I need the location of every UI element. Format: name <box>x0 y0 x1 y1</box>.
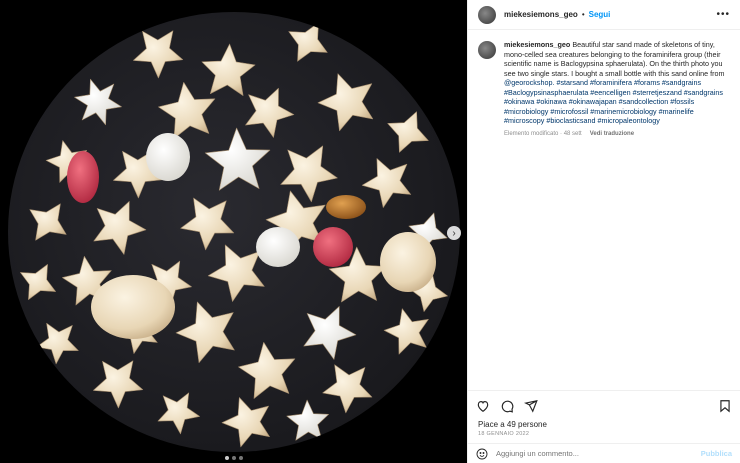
post-header: miekesiemons_geo • Segui ••• <box>468 0 740 30</box>
caption-username[interactable]: miekesiemons_geo <box>504 40 570 49</box>
sand-grain <box>146 133 190 181</box>
carousel-dot <box>224 456 229 460</box>
send-icon[interactable] <box>524 399 538 413</box>
comment-input[interactable] <box>496 449 693 458</box>
caption-mention[interactable]: @georockshop <box>504 78 552 87</box>
sand-grain <box>204 127 271 191</box>
sand-grain <box>67 151 99 203</box>
action-bar <box>468 390 740 420</box>
sand-grain <box>157 392 200 435</box>
sand-grain <box>133 30 184 79</box>
sand-grain <box>317 73 374 132</box>
sand-grain <box>93 360 144 409</box>
caption: miekesiemons_geo Beautiful star sand mad… <box>478 40 730 137</box>
caption-meta: Elemento modificato · 48 sett Vedi tradu… <box>504 131 730 137</box>
microscope-image <box>8 12 460 452</box>
caption-text: miekesiemons_geo Beautiful star sand mad… <box>504 40 730 126</box>
sand-grain <box>74 78 122 126</box>
follow-button[interactable]: Segui <box>589 10 611 19</box>
sand-grain <box>326 195 366 219</box>
sand-grain <box>361 158 412 208</box>
sand-grain <box>313 227 353 267</box>
sand-grain <box>93 201 147 255</box>
carousel-dot <box>238 456 243 460</box>
sand-grain <box>36 322 79 365</box>
edited-label: Elemento modificato · 48 sett <box>504 130 582 137</box>
comments-area: miekesiemons_geo Beautiful star sand mad… <box>468 30 740 390</box>
carousel-indicator <box>224 456 243 460</box>
sand-grain <box>383 308 429 355</box>
publish-button[interactable]: Pubblica <box>701 449 732 458</box>
carousel-dot <box>231 456 236 460</box>
sand-grain <box>387 111 429 153</box>
sand-grain <box>180 197 235 251</box>
star-sand-photo <box>20 22 448 448</box>
sand-grain <box>256 227 300 267</box>
sand-grain <box>238 342 296 399</box>
sand-grain <box>322 364 373 414</box>
sand-grain <box>29 203 67 241</box>
comment-icon[interactable] <box>500 399 514 413</box>
sand-grain <box>380 232 436 292</box>
next-photo-button[interactable]: › <box>447 226 461 240</box>
sand-grain <box>201 43 256 96</box>
sand-grain <box>245 87 295 138</box>
header-username[interactable]: miekesiemons_geo <box>504 10 578 19</box>
chevron-right-icon: › <box>452 227 456 239</box>
sand-grain <box>207 244 265 302</box>
sand-grain <box>221 397 270 448</box>
bookmark-icon[interactable] <box>718 399 732 413</box>
translate-button[interactable]: Vedi traduzione <box>590 131 634 137</box>
sand-grain <box>91 275 175 339</box>
separator-dot: • <box>581 10 585 19</box>
sand-grain <box>158 82 216 139</box>
sand-grain <box>280 145 338 203</box>
caption-avatar[interactable] <box>478 41 496 59</box>
likes-count[interactable]: Piace a 49 persone <box>468 420 740 429</box>
sand-grain <box>286 399 329 441</box>
sand-grain <box>303 306 357 360</box>
sand-grain <box>288 22 328 62</box>
emoji-icon[interactable] <box>476 448 488 460</box>
avatar[interactable] <box>478 5 496 24</box>
sand-grain <box>20 264 56 300</box>
post-media: › <box>0 0 467 463</box>
comment-box: Pubblica <box>468 443 740 463</box>
sand-grain <box>175 301 235 363</box>
more-horizontal-icon[interactable]: ••• <box>716 9 730 20</box>
post-sidebar: miekesiemons_geo • Segui ••• miekesiemon… <box>467 0 740 463</box>
post-date: 18 GENNAIO 2022 <box>478 431 530 437</box>
heart-icon[interactable] <box>476 399 490 413</box>
